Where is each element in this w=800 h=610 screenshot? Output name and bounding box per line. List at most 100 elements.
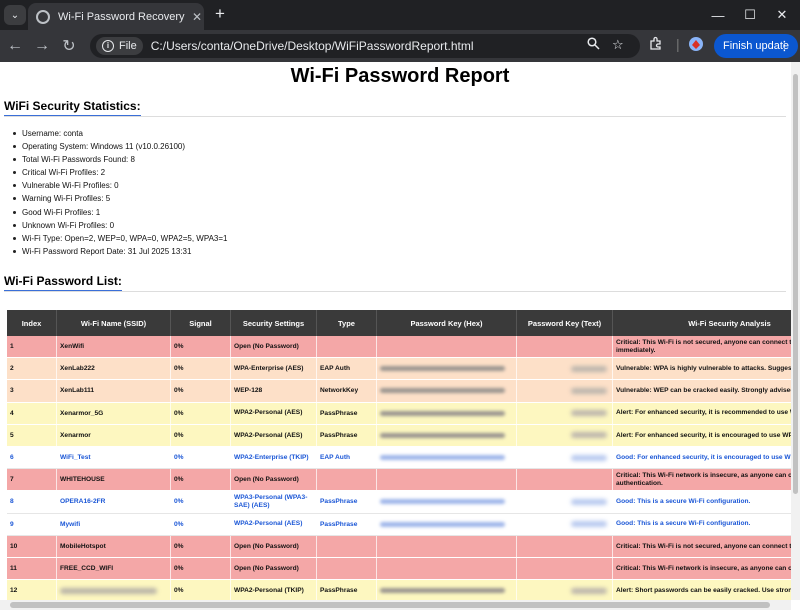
header-col-hex[interactable]: Password Key (Hex): [377, 310, 517, 336]
header-col-index[interactable]: Index: [7, 310, 57, 336]
cell-security: WPA2-Personal (TKIP): [231, 580, 317, 600]
separator: |: [676, 36, 680, 52]
cell-analysis: Good: This is a secure Wi-Fi configurati…: [613, 491, 791, 512]
stat-item: Operating System: Windows 11 (v10.0.2610…: [12, 140, 228, 153]
stat-item: Unknown Wi-Fi Profiles: 0: [12, 219, 228, 232]
reload-icon[interactable]: ↻: [58, 35, 80, 57]
cell-type: [317, 336, 377, 358]
redacted-password-text: [570, 387, 608, 394]
horizontal-scroll-thumb[interactable]: [10, 602, 770, 608]
table-row[interactable]: 10 MobileHotspot 0% Open (No Password) Criti…: [7, 535, 791, 558]
cell-ssid: WiFi_Test: [57, 446, 171, 469]
minimize-icon[interactable]: —: [703, 0, 733, 30]
cell-type: PassPhrase: [317, 402, 377, 424]
cell-type: NetworkKey: [317, 380, 377, 402]
cell-security: Open (No Password): [231, 557, 317, 580]
profile-avatar-icon[interactable]: [688, 36, 704, 55]
table-header-row: Index Wi-Fi Name (SSID) Signal Security Set…: [7, 310, 791, 336]
table-row[interactable]: 4 Xenarmor_5G 0% WPA2-Personal (AES) PassPhr…: [7, 402, 791, 425]
cell-analysis: Critical: This Wi-Fi is not secured, any…: [613, 536, 791, 557]
extensions-icon[interactable]: [649, 36, 663, 53]
url-text[interactable]: C:/Users/conta/OneDrive/Desktop/WiFiPass…: [151, 39, 474, 53]
page-viewport: Wi-Fi Password Report WiFi Security Stat…: [0, 62, 791, 600]
table-row[interactable]: 1 XenWifi 0% Open (No Password) Critical: Th…: [7, 336, 791, 359]
cell-index: 10: [7, 535, 57, 557]
cell-security: WPA3-Personal (WPA3-SAE) (AES): [231, 491, 317, 513]
tab-active[interactable]: Wi-Fi Password Recovery Report ✕: [28, 3, 204, 30]
cell-signal: 0%: [171, 380, 231, 402]
zoom-icon[interactable]: [587, 37, 600, 53]
close-window-icon[interactable]: ✕: [767, 0, 797, 30]
cell-password-hex: [377, 336, 517, 358]
finish-update-button[interactable]: Finish update ⋮: [714, 34, 798, 58]
back-arrow-icon[interactable]: ←: [4, 35, 26, 57]
site-info-label: File: [119, 40, 137, 52]
table-row[interactable]: 2 XenLab222 0% WPA-Enterprise (AES) EAP Auth…: [7, 358, 791, 381]
tab-search-chevron-icon[interactable]: ⌄: [4, 5, 26, 25]
table-row[interactable]: 3 XenLab111 0% WEP-128 NetworkKey Vulnerable:…: [7, 380, 791, 403]
cell-password-text: [517, 402, 613, 424]
close-tab-icon[interactable]: ✕: [192, 10, 202, 24]
cell-signal: 0%: [171, 491, 231, 513]
cell-analysis: Good: For enhanced security, it is encou…: [613, 447, 791, 468]
redacted-password-text: [570, 454, 608, 461]
header-col-security[interactable]: Security Settings: [231, 310, 317, 336]
section-divider: [4, 291, 786, 292]
table-row[interactable]: 8 OPERA16-2FR 0% WPA3-Personal (WPA3-SAE) (…: [7, 491, 791, 514]
maximize-icon[interactable]: ☐: [735, 0, 765, 30]
cell-analysis: Vulnerable: WEP can be cracked easily. S…: [613, 380, 791, 401]
cell-index: 9: [7, 513, 57, 535]
cell-password-hex: [377, 402, 517, 424]
redacted-password-hex: [380, 410, 506, 416]
header-col-signal[interactable]: Signal: [171, 310, 231, 336]
cell-signal: 0%: [171, 557, 231, 580]
cell-ssid: Xenarmor: [57, 424, 171, 446]
table-row[interactable]: 9 Mywifi 0% WPA2-Personal (AES) PassPhrase Go…: [7, 513, 791, 536]
cell-analysis: Alert: For enhanced security, it is enco…: [613, 425, 791, 446]
cell-password-hex: [377, 513, 517, 535]
address-bar[interactable]: i File C:/Users/conta/OneDrive/Desktop/W…: [90, 34, 640, 58]
redacted-password-text: [570, 365, 608, 372]
table-row[interactable]: 5 Xenarmor 0% WPA2-Personal (AES) PassPhrase…: [7, 424, 791, 447]
forward-arrow-icon[interactable]: →: [31, 35, 53, 57]
cell-password-hex: [377, 557, 517, 580]
cell-index: 1: [7, 336, 57, 358]
new-tab-icon[interactable]: +: [210, 4, 230, 24]
table-row[interactable]: 11 FREE_CCD_WIFI 0% Open (No Password) Criti…: [7, 557, 791, 581]
cell-signal: 0%: [171, 358, 231, 380]
table-row[interactable]: 7 WHITEHOUSE 0% Open (No Password) Critical:…: [7, 469, 791, 492]
vertical-scroll-thumb[interactable]: [793, 74, 798, 494]
cell-password-text: [517, 580, 613, 600]
section-divider: [4, 116, 786, 117]
stat-item: Username: conta: [12, 127, 228, 140]
site-info-chip[interactable]: i File: [96, 37, 143, 55]
cell-index: 2: [7, 358, 57, 380]
cell-password-text: [517, 380, 613, 402]
table-row[interactable]: 12 0% WPA2-Personal (TKIP) PassPhrase Alert:…: [7, 580, 791, 600]
cell-analysis: Good: This is a secure Wi-Fi configurati…: [613, 514, 791, 535]
menu-kebab-icon[interactable]: ⋮: [778, 38, 791, 54]
stat-item: Total Wi-Fi Passwords Found: 8: [12, 153, 228, 166]
cell-index: 7: [7, 469, 57, 491]
cell-ssid: FREE_CCD_WIFI: [57, 557, 171, 580]
cell-security: WEP-128: [231, 380, 317, 402]
redacted-password-text: [570, 498, 608, 505]
bookmark-star-icon[interactable]: ☆: [612, 37, 624, 53]
cell-type: PassPhrase: [317, 513, 377, 535]
cell-type: PassPhrase: [317, 491, 377, 513]
cell-ssid: XenLab111: [57, 380, 171, 402]
cell-ssid: XenLab222: [57, 358, 171, 380]
header-col-analysis[interactable]: Wi-Fi Security Analysis: [613, 310, 791, 336]
cell-password-text: [517, 535, 613, 557]
cell-password-text: [517, 557, 613, 580]
browser-toolbar: ← → ↻ i File C:/Users/conta/OneDrive/Des…: [0, 30, 800, 62]
header-col-ssid[interactable]: Wi-Fi Name (SSID): [57, 310, 171, 336]
cell-type: PassPhrase: [317, 424, 377, 446]
header-col-type[interactable]: Type: [317, 310, 377, 336]
cell-security: Open (No Password): [231, 535, 317, 557]
cell-signal: 0%: [171, 580, 231, 600]
table-row[interactable]: 6 WiFi_Test 0% WPA2-Enterprise (TKIP) EAP Au…: [7, 446, 791, 470]
cell-signal: 0%: [171, 424, 231, 446]
header-col-text[interactable]: Password Key (Text): [517, 310, 613, 336]
cell-security: WPA2-Personal (AES): [231, 424, 317, 446]
